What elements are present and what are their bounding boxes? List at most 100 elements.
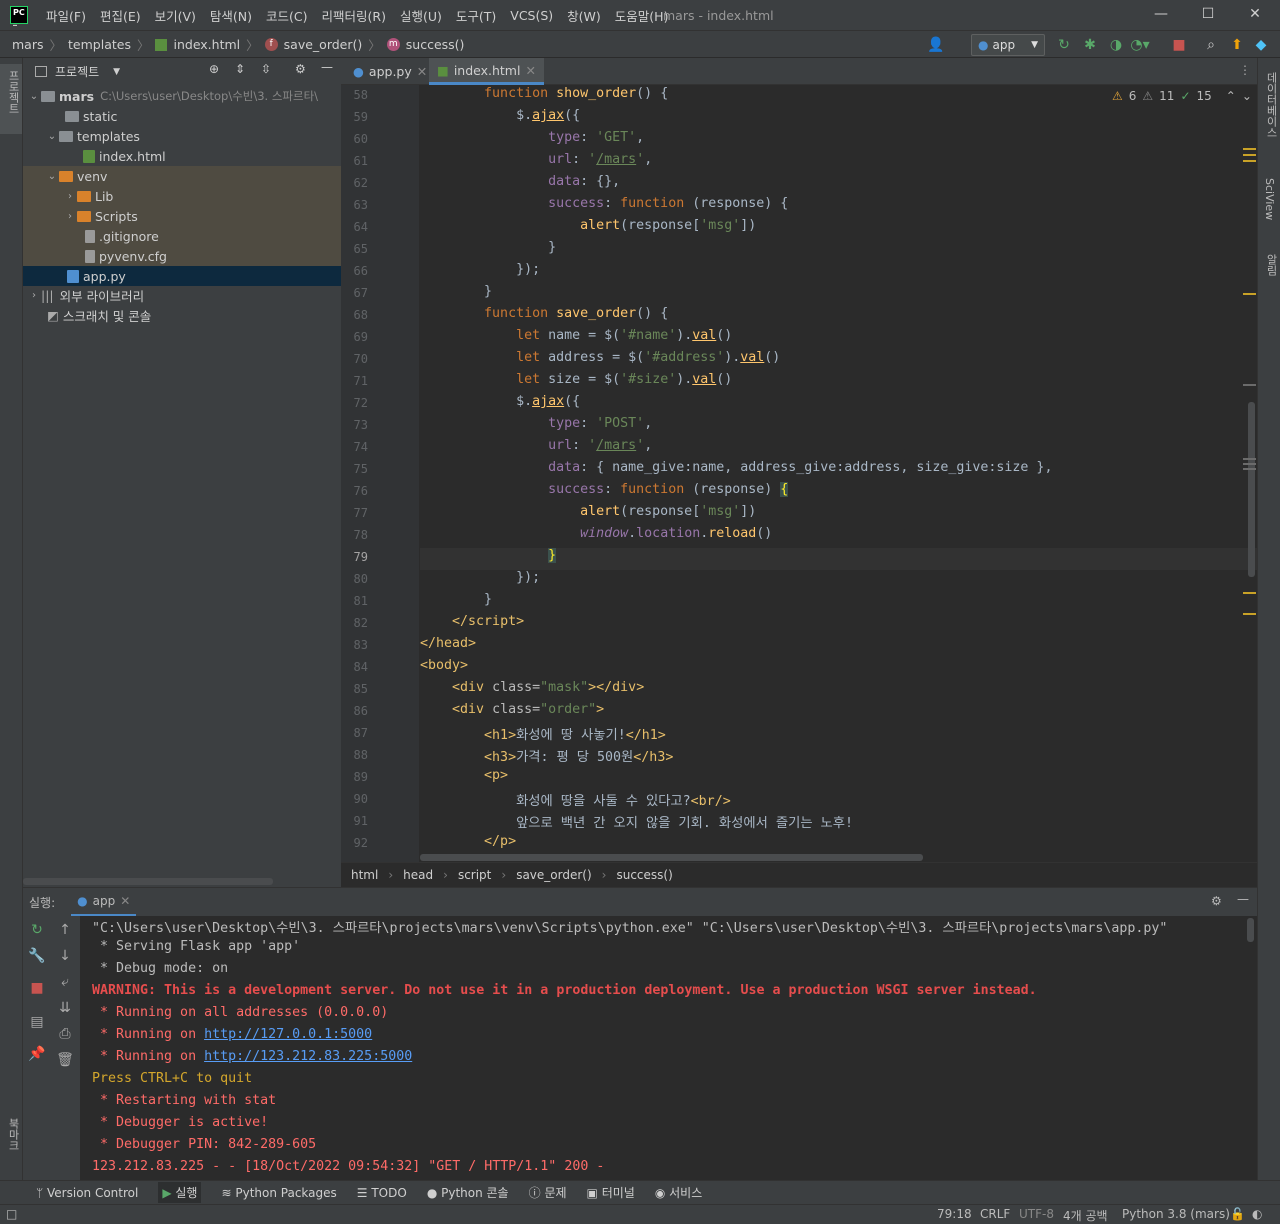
pin-icon[interactable]: 📌 [27, 1044, 47, 1064]
editor-vertical-scrollbar[interactable] [1248, 402, 1255, 577]
maximize-button[interactable]: ☐ [1198, 6, 1218, 24]
crumb-project[interactable]: mars [12, 37, 44, 52]
horizontal-scrollbar[interactable] [23, 878, 273, 885]
run-tool[interactable]: ▶ 실행 [158, 1182, 202, 1203]
run-console-output[interactable]: "C:\Users\user\Desktop\수빈\3. 스파르타\projec… [80, 916, 1257, 1180]
notifications-tool-button[interactable]: 알림 [1263, 254, 1279, 276]
menu-vcs[interactable]: VCS(S) [510, 8, 553, 23]
console-link[interactable]: http://127.0.0.1:5000 [204, 1027, 372, 1042]
expand-all-icon[interactable]: ⇕ [235, 62, 245, 76]
caret-position[interactable]: 79:18 [937, 1207, 972, 1221]
run-configuration-select[interactable]: ● app ▼ [971, 34, 1045, 56]
crumb-head[interactable]: head [403, 868, 433, 882]
tree-item-scripts[interactable]: › Scripts [23, 206, 341, 226]
tree-item-lib[interactable]: › Lib [23, 186, 341, 206]
close-icon[interactable]: ✕ [417, 64, 427, 79]
tree-item-templates[interactable]: ⌄ templates [23, 126, 341, 146]
close-icon[interactable]: ✕ [120, 894, 130, 908]
menu-code[interactable]: 코드(C) [266, 6, 307, 25]
crumb-script[interactable]: script [458, 868, 491, 882]
console-scrollbar[interactable] [1247, 918, 1254, 942]
tree-item-root[interactable]: ⌄ mars C:\Users\user\Desktop\수빈\3. 스파르타\ [23, 86, 341, 106]
tree-item-venv[interactable]: ⌄ venv [23, 166, 341, 186]
problems-tool[interactable]: ⓘ 문제 [529, 1184, 567, 1201]
more-tabs-icon[interactable]: ⋮ [1239, 63, 1251, 77]
tab-index-html[interactable]: ■ index.html ✕ [429, 58, 544, 85]
close-window-button[interactable]: ✕ [1245, 6, 1265, 24]
toggle-tool-windows-icon[interactable]: □ [6, 1207, 17, 1221]
services-tool[interactable]: ◉ 서비스 [655, 1184, 702, 1201]
menu-tools[interactable]: 도구(T) [456, 6, 496, 25]
user-icon[interactable]: 👤▾ [926, 35, 946, 73]
python-packages-tool[interactable]: ≋ Python Packages [221, 1186, 336, 1200]
line-separator[interactable]: CRLF [980, 1207, 1010, 1221]
gear-icon[interactable]: ⚙ [1211, 894, 1222, 908]
trash-icon[interactable]: 🗑 [55, 1050, 75, 1070]
tree-item-external-libs[interactable]: › ||| 외부 라이브러리 [23, 285, 341, 305]
console-link[interactable]: http://123.212.83.225:5000 [204, 1049, 412, 1064]
crumb-templates[interactable]: templates [68, 37, 131, 52]
soft-wrap-icon[interactable]: ⤶ [55, 972, 75, 992]
menu-edit[interactable]: 편집(E) [100, 6, 141, 25]
rerun-icon[interactable]: ↻ [27, 920, 47, 940]
tree-item-pyvenv[interactable]: pyvenv.cfg [23, 246, 341, 266]
code-editor[interactable]: 58 59 60 61 62 63 64 65 66 67 68 69 70 71 72 73 74 75 76 77… [341, 85, 1257, 862]
tree-item-app-py[interactable]: app.py [23, 266, 341, 286]
chevron-up-icon[interactable]: ⌃ [1226, 89, 1236, 103]
tree-item-gitignore[interactable]: .gitignore [23, 226, 341, 246]
crumb-success[interactable]: success() [616, 868, 672, 882]
locate-icon[interactable]: ⊕ [209, 62, 219, 76]
version-control-tool[interactable]: ᛘ Version Control [36, 1186, 138, 1200]
stop-icon[interactable]: ■ [1169, 35, 1189, 55]
gear-icon[interactable]: ⚙ [295, 62, 306, 76]
arrow-up-icon[interactable]: ↑ [55, 920, 75, 940]
hide-panel-icon[interactable]: — [1237, 892, 1249, 906]
chevron-down-icon[interactable]: ⌄ [1242, 89, 1252, 103]
crumb-save-order[interactable]: save_order() [516, 868, 591, 882]
file-encoding[interactable]: UTF-8 [1019, 1207, 1054, 1221]
chevron-down-icon[interactable]: ▼ [113, 67, 120, 77]
crumb-file[interactable]: index.html [173, 37, 240, 52]
layout-icon[interactable]: ▤ [27, 1012, 47, 1032]
project-panel-title[interactable]: 프로젝트 [55, 63, 99, 80]
menu-window[interactable]: 창(W) [567, 6, 601, 25]
crumb-method[interactable]: success() [406, 37, 465, 52]
plugin-icon[interactable]: ◆ [1251, 35, 1271, 55]
crumb-function[interactable]: save_order() [284, 37, 363, 52]
minimize-button[interactable]: — [1151, 6, 1171, 24]
close-icon[interactable]: ✕ [525, 63, 535, 78]
update-icon[interactable]: ⬆ [1227, 35, 1247, 55]
menu-refactor[interactable]: 리팩터링(R) [322, 6, 386, 25]
profile-icon[interactable]: ◔▾ [1130, 35, 1150, 55]
search-icon[interactable]: ⌕ [1201, 35, 1221, 55]
menu-view[interactable]: 보기(V) [155, 6, 196, 25]
inspection-widget[interactable]: ⚠ 6 ⚠ 11 ✓ 15 ⌃ ⌄ [1112, 89, 1252, 103]
run-tab-app[interactable]: ● app ✕ [71, 888, 137, 917]
hide-panel-icon[interactable]: — [321, 60, 333, 74]
rerun-icon[interactable]: ↻ [1054, 35, 1074, 55]
wrench-icon[interactable]: 🔧 [27, 946, 47, 966]
arrow-down-icon[interactable]: ↓ [55, 946, 75, 966]
tab-app-py[interactable]: ● app.py ✕ [345, 58, 435, 85]
indent-setting[interactable]: 4개 공백 [1063, 1207, 1108, 1224]
debug-icon[interactable]: ✱ [1080, 35, 1100, 55]
bookmarks-tool-button[interactable]: 북마크 [5, 1118, 21, 1151]
tree-item-index-html[interactable]: index.html [23, 146, 341, 166]
notifications-icon[interactable]: ◐ [1252, 1207, 1262, 1221]
menu-navigate[interactable]: 탐색(N) [210, 6, 252, 25]
menu-file[interactable]: 파일(F) [46, 6, 86, 25]
sciview-tool-button[interactable]: SciView [1263, 178, 1276, 220]
tree-item-scratches[interactable]: ◩ 스크래치 및 콘솔 [23, 305, 341, 325]
python-interpreter[interactable]: Python 3.8 (mars) [1122, 1207, 1230, 1221]
menu-help[interactable]: 도움말(H) [615, 6, 669, 25]
project-tool-button[interactable]: 프로젝트 [0, 64, 22, 134]
lock-icon[interactable]: 🔓 [1230, 1207, 1245, 1221]
menu-run[interactable]: 실행(U) [400, 6, 442, 25]
editor-horizontal-scrollbar[interactable] [420, 854, 923, 861]
print-icon[interactable]: ⎙ [55, 1024, 75, 1044]
terminal-tool[interactable]: ▣ 터미널 [587, 1184, 635, 1201]
scroll-to-end-icon[interactable]: ⇊ [55, 998, 75, 1018]
stop-icon[interactable]: ■ [27, 978, 47, 998]
database-tool-button[interactable]: 데이터베이스 [1263, 72, 1279, 138]
tree-item-static[interactable]: static [23, 106, 341, 126]
